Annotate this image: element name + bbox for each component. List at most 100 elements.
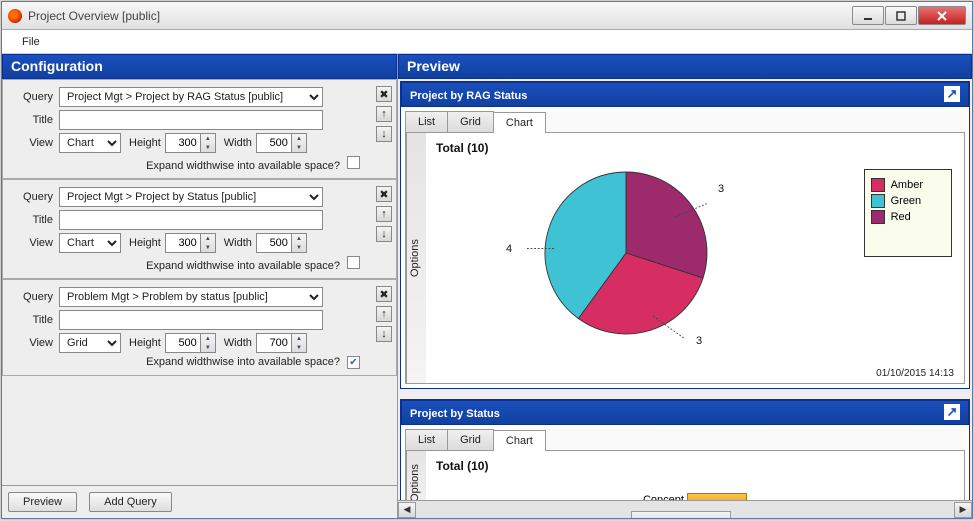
- chart-area: Total (10) Concept: [426, 451, 964, 500]
- width-stepper[interactable]: ▲▼: [292, 333, 307, 353]
- view-select[interactable]: Grid: [59, 333, 121, 353]
- tab-grid[interactable]: Grid: [447, 111, 494, 132]
- app-window: Project Overview [public] File Configura…: [1, 1, 973, 519]
- title-label: Title: [7, 314, 59, 326]
- tab-list[interactable]: List: [405, 111, 448, 132]
- legend-label: Amber: [891, 179, 923, 191]
- height-stepper[interactable]: ▲▼: [201, 133, 216, 153]
- expand-checkbox[interactable]: [347, 156, 360, 169]
- title-label: Title: [7, 214, 59, 226]
- expand-label: Expand widthwise into available space?: [146, 160, 340, 172]
- legend-swatch: [871, 178, 885, 192]
- data-label: 4: [506, 243, 512, 255]
- width-label: Width: [216, 137, 256, 149]
- options-button[interactable]: Options: [406, 133, 426, 383]
- expand-checkbox[interactable]: [347, 256, 360, 269]
- menu-file[interactable]: File: [14, 33, 48, 51]
- height-input[interactable]: [165, 233, 201, 253]
- pie-chart: 3 3 4: [536, 163, 716, 343]
- expand-icon[interactable]: ↗: [944, 86, 960, 102]
- expand-checkbox[interactable]: [347, 356, 360, 369]
- tab-grid[interactable]: Grid: [447, 429, 494, 450]
- title-input[interactable]: [59, 210, 323, 230]
- move-up-icon[interactable]: ↑: [376, 106, 392, 122]
- bar: [687, 493, 747, 500]
- expand-label: Expand widthwise into available space?: [146, 356, 340, 368]
- height-stepper[interactable]: ▲▼: [201, 233, 216, 253]
- query-block: Query Problem Mgt > Problem by status [p…: [2, 279, 397, 376]
- width-label: Width: [216, 237, 256, 249]
- height-input[interactable]: [165, 333, 201, 353]
- legend-label: Green: [891, 195, 922, 207]
- title-label: Title: [7, 114, 59, 126]
- preview-block-title: Project by Status: [410, 408, 500, 420]
- legend-label: Red: [891, 211, 911, 223]
- width-input[interactable]: [256, 133, 292, 153]
- scroll-thumb[interactable]: [631, 511, 731, 519]
- legend-swatch: [871, 210, 885, 224]
- horizontal-scrollbar[interactable]: ◀ ▶: [398, 500, 972, 518]
- title-bar: Project Overview [public]: [2, 2, 972, 30]
- move-up-icon[interactable]: ↑: [376, 206, 392, 222]
- view-select[interactable]: Chart: [59, 133, 121, 153]
- preview-panel: Preview Project by RAG Status ↗ List Gri…: [398, 54, 972, 518]
- delete-icon[interactable]: ✖: [376, 286, 392, 302]
- data-label: 3: [718, 183, 724, 195]
- preview-block-header: Project by Status ↗: [401, 400, 969, 425]
- height-stepper[interactable]: ▲▼: [201, 333, 216, 353]
- minimize-button[interactable]: [852, 6, 884, 25]
- timestamp: 01/10/2015 14:13: [876, 368, 954, 379]
- move-down-icon[interactable]: ↓: [376, 326, 392, 342]
- delete-icon[interactable]: ✖: [376, 186, 392, 202]
- scroll-left-icon[interactable]: ◀: [398, 502, 416, 518]
- width-label: Width: [216, 337, 256, 349]
- menu-bar: File: [2, 30, 972, 54]
- tab-chart[interactable]: Chart: [493, 112, 546, 133]
- title-input[interactable]: [59, 310, 323, 330]
- config-footer: Preview Add Query: [2, 485, 397, 518]
- data-label: 3: [696, 335, 702, 347]
- maximize-button[interactable]: [885, 6, 917, 25]
- configuration-header: Configuration: [2, 54, 397, 79]
- query-label: Query: [7, 91, 59, 103]
- preview-scroll[interactable]: Project by RAG Status ↗ List Grid Chart …: [398, 79, 972, 500]
- height-label: Height: [121, 237, 165, 249]
- query-select[interactable]: Project Mgt > Project by RAG Status [pub…: [59, 87, 323, 107]
- height-label: Height: [121, 137, 165, 149]
- tab-list[interactable]: List: [405, 429, 448, 450]
- width-input[interactable]: [256, 233, 292, 253]
- scroll-right-icon[interactable]: ▶: [954, 502, 972, 518]
- add-query-button[interactable]: Add Query: [89, 492, 172, 512]
- window-title: Project Overview [public]: [28, 9, 852, 23]
- close-button[interactable]: [918, 6, 966, 25]
- preview-button[interactable]: Preview: [8, 492, 77, 512]
- query-select[interactable]: Project Mgt > Project by Status [public]: [59, 187, 323, 207]
- view-select[interactable]: Chart: [59, 233, 121, 253]
- chart-title: Total (10): [436, 459, 954, 473]
- height-label: Height: [121, 337, 165, 349]
- query-select[interactable]: Problem Mgt > Problem by status [public]: [59, 287, 323, 307]
- width-input[interactable]: [256, 333, 292, 353]
- preview-block-header: Project by RAG Status ↗: [401, 82, 969, 107]
- query-label: Query: [7, 191, 59, 203]
- chart-area: Total (10): [426, 133, 964, 383]
- width-stepper[interactable]: ▲▼: [292, 233, 307, 253]
- expand-icon[interactable]: ↗: [944, 404, 960, 420]
- view-label: View: [7, 137, 59, 149]
- move-down-icon[interactable]: ↓: [376, 226, 392, 242]
- delete-icon[interactable]: ✖: [376, 86, 392, 102]
- tab-chart[interactable]: Chart: [493, 430, 546, 451]
- query-label: Query: [7, 291, 59, 303]
- width-stepper[interactable]: ▲▼: [292, 133, 307, 153]
- height-input[interactable]: [165, 133, 201, 153]
- configuration-panel: Configuration Query Project Mgt > Projec…: [2, 54, 398, 518]
- query-block: Query Project Mgt > Project by Status [p…: [2, 179, 397, 279]
- view-label: View: [7, 237, 59, 249]
- options-button[interactable]: Options: [406, 451, 426, 500]
- legend-swatch: [871, 194, 885, 208]
- preview-block: Project by Status ↗ List Grid Chart Opti…: [400, 399, 970, 500]
- title-input[interactable]: [59, 110, 323, 130]
- legend: Amber Green Red: [864, 169, 952, 257]
- move-up-icon[interactable]: ↑: [376, 306, 392, 322]
- move-down-icon[interactable]: ↓: [376, 126, 392, 142]
